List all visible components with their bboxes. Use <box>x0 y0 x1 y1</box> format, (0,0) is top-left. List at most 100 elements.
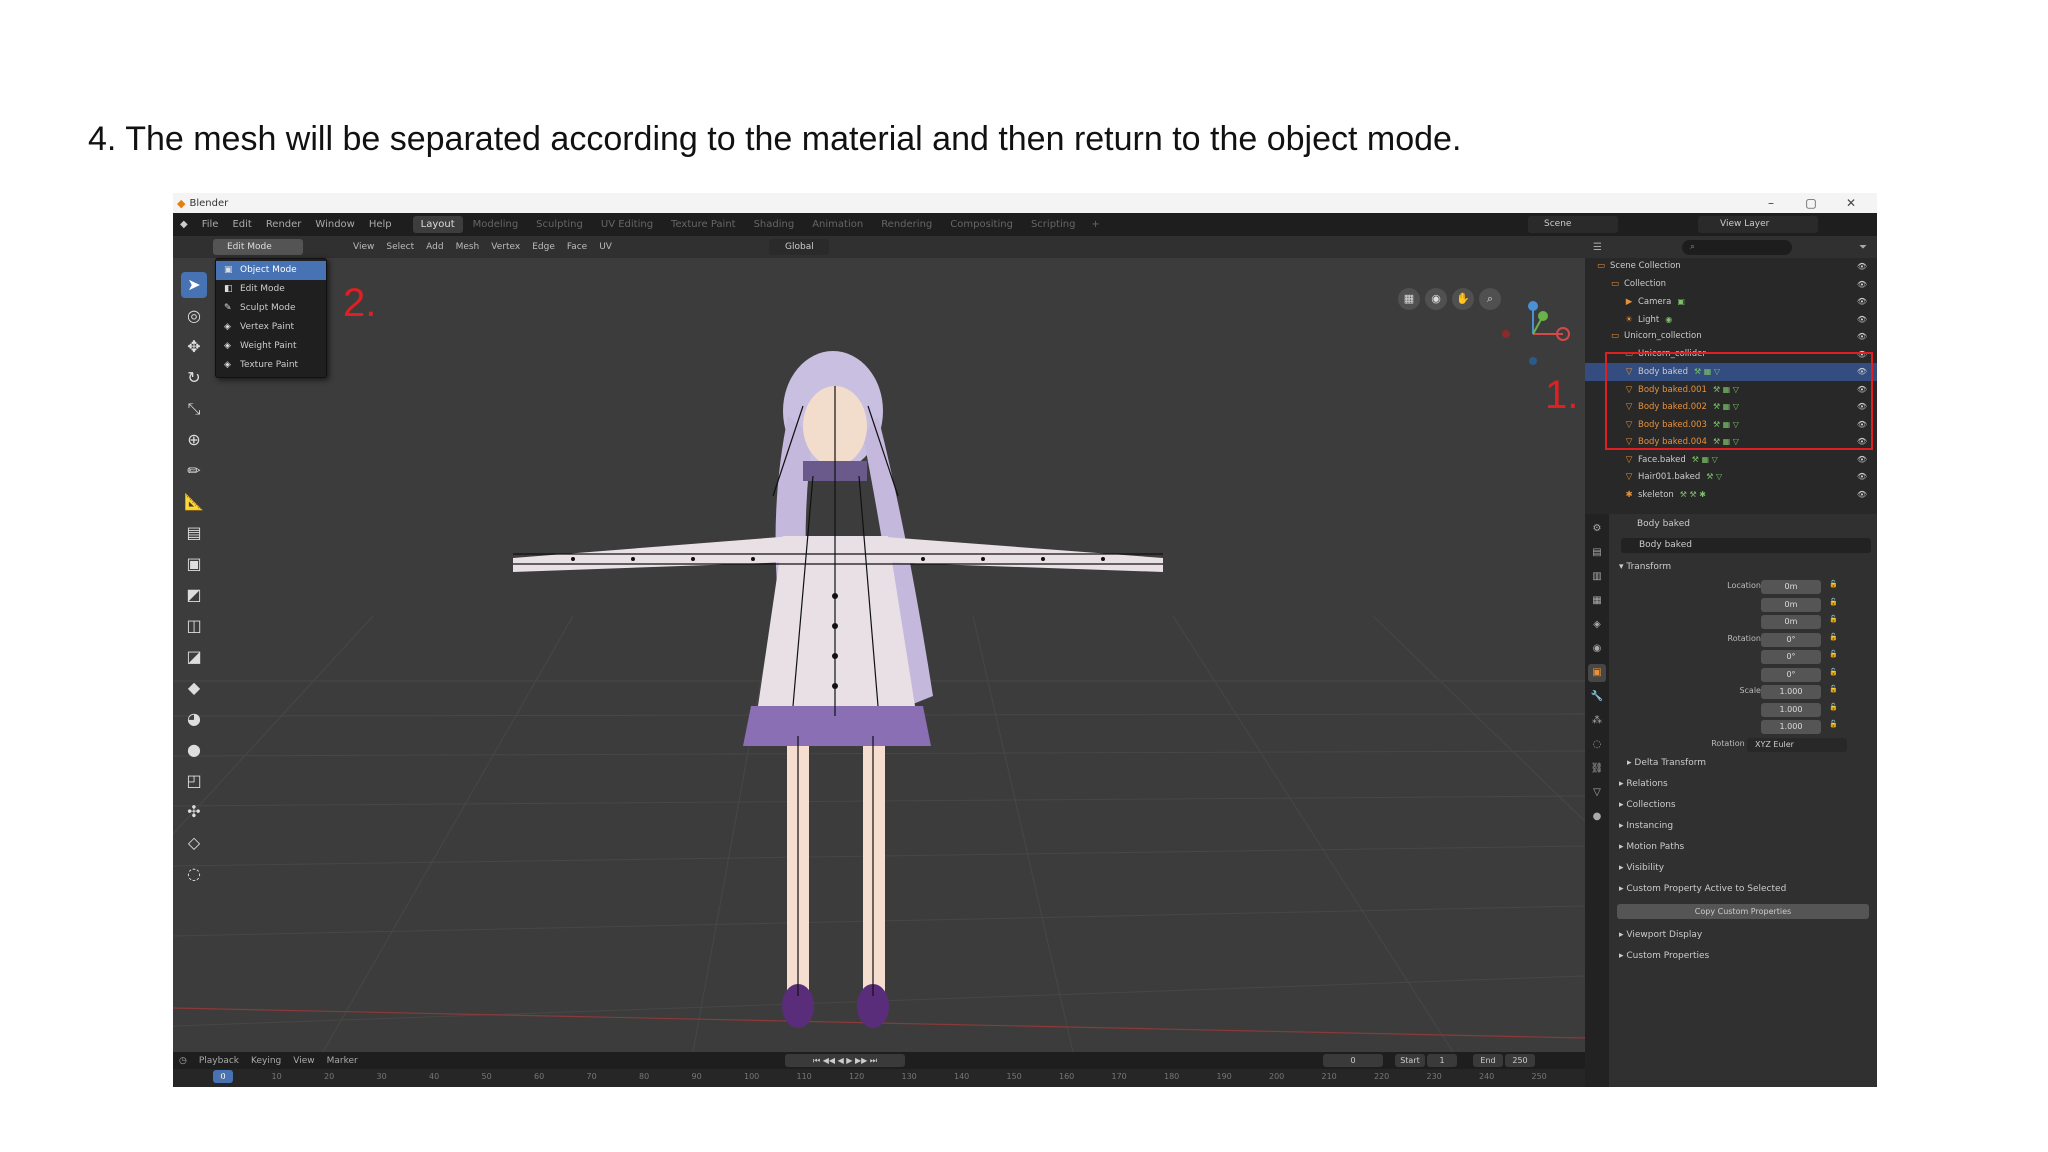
viewport-menu-mesh[interactable]: Mesh <box>450 242 486 252</box>
lock-icon[interactable]: 🔓 <box>1829 633 1838 641</box>
object-name-field[interactable]: Body baked <box>1621 538 1871 553</box>
edge-slide-tool-icon[interactable]: ◰ <box>181 768 207 794</box>
lock-icon[interactable]: 🔓 <box>1829 720 1838 728</box>
panel-relations[interactable]: ▸ Relations <box>1609 774 1877 795</box>
cursor-tool-icon[interactable]: ◎ <box>181 303 207 329</box>
mode-item-sculpt-mode[interactable]: ✎ Sculpt Mode <box>216 299 326 318</box>
mode-item-object-mode[interactable]: ▣ Object Mode <box>216 261 326 280</box>
rotate-tool-icon[interactable]: ↻ <box>181 365 207 391</box>
timeline-menu-view[interactable]: View <box>287 1056 320 1066</box>
close-icon[interactable]: ✕ <box>1831 193 1871 213</box>
smooth-tool-icon[interactable]: ● <box>181 737 207 763</box>
panel-motion-paths[interactable]: ▸ Motion Paths <box>1609 837 1877 858</box>
rotation-mode-select[interactable]: XYZ Euler <box>1747 737 1847 752</box>
outliner-row-face-baked[interactable]: ▽ Face.baked ⚒ ▦ ▽ 👁 <box>1585 451 1877 469</box>
lock-icon[interactable]: 🔓 <box>1829 580 1838 588</box>
rotation-field[interactable]: 0° <box>1761 632 1821 647</box>
pan-hand-icon[interactable]: ✋ <box>1452 288 1474 310</box>
filter-icon[interactable]: ⏷ <box>1859 242 1867 253</box>
object-tab-icon[interactable]: ▣ <box>1588 664 1606 682</box>
modifier-tab-icon[interactable]: 🔧 <box>1588 688 1606 706</box>
camera-view-icon[interactable]: ◉ <box>1425 288 1447 310</box>
tab-layout[interactable]: Layout <box>412 216 463 233</box>
tool-tab-icon[interactable]: ⚙ <box>1588 520 1606 538</box>
lock-icon[interactable]: 🔓 <box>1829 615 1838 623</box>
mode-item-texture-paint[interactable]: ◈ Texture Paint <box>216 356 326 375</box>
zoom-icon[interactable]: ⌕ <box>1479 288 1501 310</box>
tab-texture-paint[interactable]: Texture Paint <box>663 216 744 233</box>
rotation-field[interactable]: 0° <box>1761 667 1821 682</box>
render-tab-icon[interactable]: ▤ <box>1588 544 1606 562</box>
inset-tool-icon[interactable]: ▣ <box>181 551 207 577</box>
transform-orientation-select[interactable]: Global <box>769 239 829 255</box>
poly-build-tool-icon[interactable]: ◆ <box>181 675 207 701</box>
blender-menu-icon[interactable]: ◆ <box>173 219 195 230</box>
tab-modeling[interactable]: Modeling <box>465 216 527 233</box>
outliner-row-unicorn-collection[interactable]: ▭ Unicorn_collection 👁 <box>1585 328 1877 346</box>
tab-scripting[interactable]: Scripting <box>1023 216 1083 233</box>
mode-select[interactable]: Edit Mode <box>213 239 303 255</box>
scene-tab-icon[interactable]: ◈ <box>1588 616 1606 634</box>
scene-selector[interactable]: Scene <box>1528 216 1618 233</box>
transform-tool-icon[interactable]: ⊕ <box>181 427 207 453</box>
rip-tool-icon[interactable]: ◌ <box>181 861 207 887</box>
tab-rendering[interactable]: Rendering <box>873 216 940 233</box>
menu-help[interactable]: Help <box>362 219 399 230</box>
3d-viewport[interactable]: Edit Mode View Select Add Mesh Vertex Edge Fac… <box>173 236 1585 1052</box>
output-tab-icon[interactable]: ▥ <box>1588 568 1606 586</box>
menu-render[interactable]: Render <box>259 219 309 230</box>
maximize-icon[interactable]: ▢ <box>1791 193 1831 213</box>
scale-field[interactable]: 1.000 <box>1761 685 1821 699</box>
measure-tool-icon[interactable]: 📐 <box>181 489 207 515</box>
world-tab-icon[interactable]: ◉ <box>1588 640 1606 658</box>
viewport-menu-select[interactable]: Select <box>380 242 420 252</box>
lock-icon[interactable]: 🔓 <box>1829 685 1838 693</box>
panel-viewport-display[interactable]: ▸ Viewport Display <box>1609 925 1877 946</box>
outliner-row-hair001-baked[interactable]: ▽ Hair001.baked ⚒ ▽ 👁 <box>1585 468 1877 486</box>
visibility-eye-icon[interactable]: 👁 <box>1857 451 1867 469</box>
lock-icon[interactable]: 🔓 <box>1829 650 1838 658</box>
outliner-row-skeleton[interactable]: ✱ skeleton ⚒ ⚒ ✱ 👁 <box>1585 486 1877 504</box>
transform-panel-header[interactable]: ▾ Transform <box>1609 557 1877 578</box>
knife-tool-icon[interactable]: ◪ <box>181 644 207 670</box>
viewport-menu-add[interactable]: Add <box>420 242 449 252</box>
viewport-menu-view[interactable]: View <box>347 242 380 252</box>
outliner-row-collection[interactable]: ▭ Collection 👁 <box>1585 276 1877 294</box>
view-layer-tab-icon[interactable]: ▦ <box>1588 592 1606 610</box>
visibility-eye-icon[interactable]: 👁 <box>1857 311 1867 329</box>
visibility-eye-icon[interactable]: 👁 <box>1857 258 1867 276</box>
panel-custom-properties[interactable]: ▸ Custom Properties <box>1609 946 1877 967</box>
panel-instancing[interactable]: ▸ Instancing <box>1609 816 1877 837</box>
outliner-search-input[interactable]: ⌕ <box>1681 239 1792 255</box>
minimize-icon[interactable]: – <box>1751 193 1791 213</box>
location-field[interactable]: 0m <box>1761 580 1821 594</box>
select-tool-icon[interactable]: ➤ <box>181 272 207 298</box>
particles-tab-icon[interactable]: ⁂ <box>1588 712 1606 730</box>
loop-cut-tool-icon[interactable]: ◫ <box>181 613 207 639</box>
copy-custom-properties-button[interactable]: Copy Custom Properties <box>1617 904 1869 919</box>
location-field[interactable]: 0m <box>1761 597 1821 612</box>
timeline-menu-marker[interactable]: Marker <box>321 1056 364 1066</box>
move-tool-icon[interactable]: ✥ <box>181 334 207 360</box>
panel-collections[interactable]: ▸ Collections <box>1609 795 1877 816</box>
location-field[interactable]: 0m <box>1761 615 1821 629</box>
viewport-scene[interactable] <box>173 236 1585 1052</box>
scale-tool-icon[interactable]: ⤡ <box>181 396 207 422</box>
scale-field[interactable]: 1.000 <box>1761 720 1821 734</box>
visibility-eye-icon[interactable]: 👁 <box>1857 293 1867 311</box>
tab-shading[interactable]: Shading <box>746 216 803 233</box>
tab-animation[interactable]: Animation <box>804 216 871 233</box>
material-tab-icon[interactable]: ● <box>1588 808 1606 826</box>
visibility-eye-icon[interactable]: 👁 <box>1857 276 1867 294</box>
tab-compositing[interactable]: Compositing <box>942 216 1021 233</box>
visibility-eye-icon[interactable]: 👁 <box>1857 328 1867 346</box>
constraints-tab-icon[interactable]: ⛓ <box>1588 760 1606 778</box>
timeline-menu-playback[interactable]: Playback <box>193 1056 245 1066</box>
delta-transform-panel[interactable]: ▸ Delta Transform <box>1609 753 1877 774</box>
add-workspace-button[interactable]: + <box>1083 216 1107 233</box>
tab-sculpting[interactable]: Sculpting <box>528 216 591 233</box>
panel-visibility[interactable]: ▸ Visibility <box>1609 858 1877 879</box>
lock-icon[interactable]: 🔓 <box>1829 598 1838 606</box>
outliner-editor-icon[interactable]: ☰ <box>1585 242 1602 253</box>
outliner-row-camera[interactable]: ▶ Camera ▣ 👁 <box>1585 293 1877 311</box>
